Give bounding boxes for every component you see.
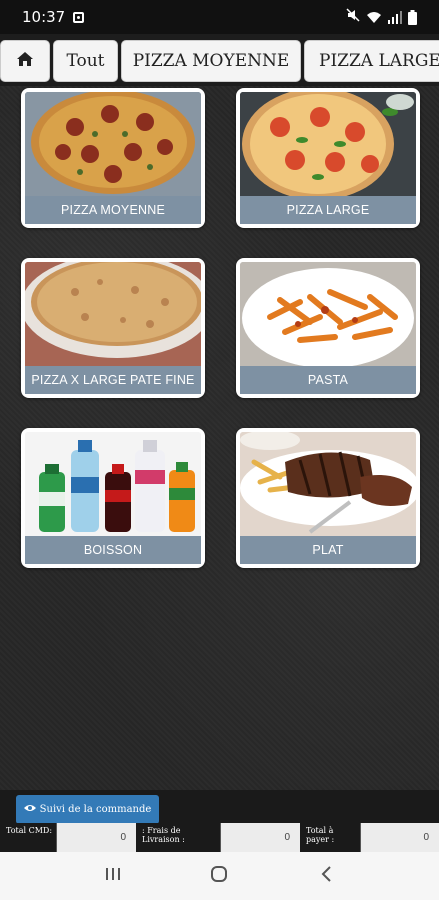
to-pay-value: 0 — [360, 823, 439, 852]
category-label: PLAT — [240, 536, 416, 564]
home-nav-button[interactable] — [199, 861, 239, 891]
mute-icon — [346, 8, 360, 26]
totals-row: Total CMD: 0 : Frais de Livraison : 0 To… — [0, 823, 439, 852]
back-icon — [320, 865, 332, 888]
total-cmd-group: Total CMD: 0 — [0, 823, 136, 852]
status-bar: 10:37 — [0, 0, 439, 34]
delivery-fee-value: 0 — [220, 823, 300, 852]
category-grid: PIZZA MOYENNE PIZZA LARGE PIZZA X LARGE … — [0, 86, 439, 790]
recent-apps-icon — [105, 867, 121, 886]
battery-icon — [408, 9, 417, 25]
category-card-pizza-moyenne[interactable]: PIZZA MOYENNE — [21, 88, 205, 228]
pasta-image — [240, 262, 416, 366]
boisson-image — [25, 432, 201, 536]
category-label: PIZZA X LARGE PATE FINE — [25, 366, 201, 394]
plat-image — [240, 432, 416, 536]
pizza-large-image — [240, 92, 416, 196]
category-card-pasta[interactable]: PASTA — [236, 258, 420, 398]
recent-apps-button[interactable] — [93, 861, 133, 891]
category-label: PASTA — [240, 366, 416, 394]
category-card-pizza-large[interactable]: PIZZA LARGE — [236, 88, 420, 228]
category-tabs: Tout PIZZA MOYENNE PIZZA LARGE — [0, 34, 439, 86]
status-icons — [346, 8, 417, 26]
category-card-boisson[interactable]: BOISSON — [21, 428, 205, 568]
home-nav-icon — [210, 865, 228, 888]
pizza-xlarge-image — [25, 262, 201, 366]
category-label: PIZZA LARGE — [240, 196, 416, 224]
to-pay-group: Total à payer : 0 — [300, 823, 439, 852]
category-label: PIZZA MOYENNE — [25, 196, 201, 224]
category-label: BOISSON — [25, 536, 201, 564]
delivery-group: : Frais de Livraison : 0 — [136, 823, 300, 852]
track-order-label: Suivi de la commande — [39, 804, 152, 815]
status-time: 10:37 — [22, 8, 66, 26]
notification-icon — [73, 11, 85, 23]
category-card-plat[interactable]: PLAT — [236, 428, 420, 568]
system-nav-bar — [0, 852, 439, 900]
eye-icon — [23, 804, 36, 815]
total-cmd-value: 0 — [56, 823, 136, 852]
wifi-icon — [366, 11, 382, 24]
tab-home[interactable] — [0, 40, 50, 82]
tab-pizza-large[interactable]: PIZZA LARGE — [304, 40, 439, 82]
total-cmd-label: Total CMD: — [0, 823, 56, 852]
pizza-moyenne-image — [25, 92, 201, 196]
track-order-button[interactable]: Suivi de la commande — [16, 795, 159, 824]
to-pay-label: Total à payer : — [300, 823, 360, 852]
category-card-pizza-xlarge[interactable]: PIZZA X LARGE PATE FINE — [21, 258, 205, 398]
tab-pizza-moyenne[interactable]: PIZZA MOYENNE — [121, 40, 301, 82]
signal-icon — [388, 10, 402, 24]
tab-all[interactable]: Tout — [53, 40, 118, 82]
delivery-fee-label: : Frais de Livraison : — [136, 823, 220, 852]
back-button[interactable] — [306, 861, 346, 891]
home-icon — [16, 51, 34, 72]
